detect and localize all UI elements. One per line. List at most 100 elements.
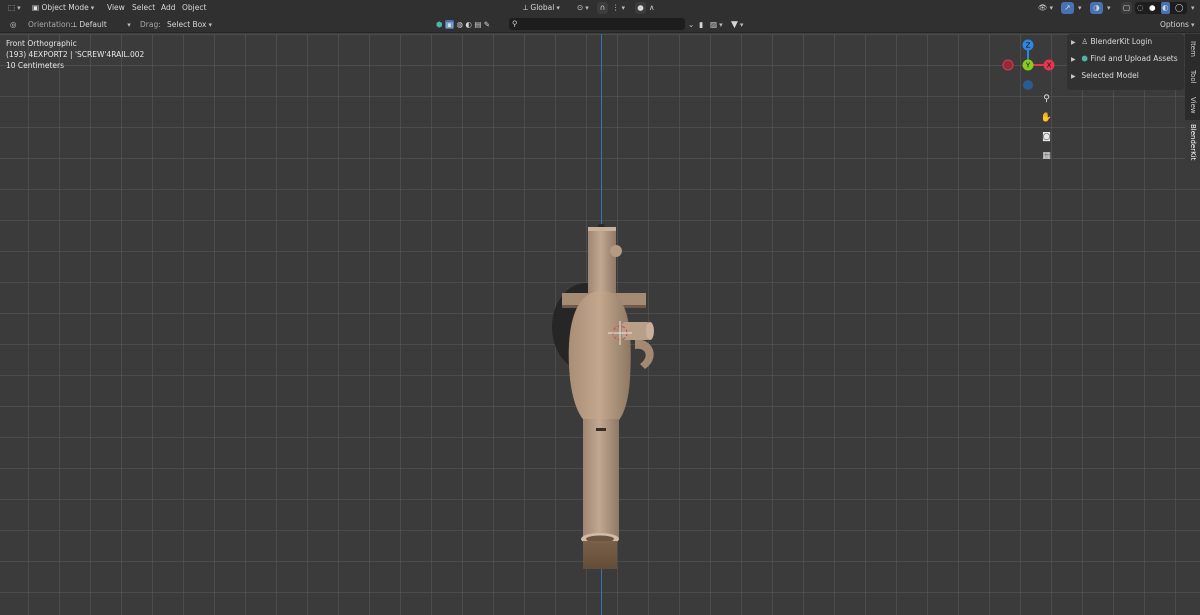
chevron-down-icon: ▾ (1049, 4, 1054, 12)
z-axis-neg-handle (1023, 80, 1033, 90)
menu-add[interactable]: Add (161, 0, 176, 16)
view-name: Front Orthographic (6, 39, 77, 48)
z-axis-label: Z (1026, 42, 1031, 50)
image-search-button[interactable]: ▨ ▾ (710, 17, 723, 33)
pan-view-button[interactable]: ✋ (1039, 111, 1054, 126)
xray-toggle[interactable]: ▢ (1121, 2, 1132, 14)
menu-view[interactable]: View (107, 0, 125, 16)
oval-body (568, 291, 631, 429)
grid-scale: 10 Centimeters (6, 61, 65, 70)
sidebar-tabs: Item Tool View BlenderKit (1185, 34, 1200, 164)
chevron-right-icon: ▶ (1071, 56, 1076, 63)
shading-mode-group: ◌ ● ◐ ◯ (1135, 2, 1187, 14)
chevron-right-icon: ▶ (1071, 73, 1076, 80)
chevron-down-icon: ▾ (127, 21, 131, 29)
viewport-header: ⬚ ▾ ▣ Object Mode ▾ View Select Add Object… (0, 0, 1200, 16)
x-axis-neg-handle (1002, 59, 1014, 71)
image-icon: ▨ (710, 20, 718, 29)
material-filter-icon[interactable]: ◍ (456, 20, 463, 29)
tab-blenderkit[interactable]: BlenderKit (1185, 120, 1200, 164)
mode-selector[interactable]: ▣ Object Mode ▾ (32, 0, 94, 16)
wireframe-icon[interactable]: ◌ (1137, 2, 1144, 14)
gizmo-dropdown[interactable]: ▾ (1076, 0, 1082, 16)
snap-target-button[interactable]: ⋮ ▾ (612, 0, 625, 16)
drag-label: Drag: (140, 20, 161, 29)
hdr-filter-icon[interactable]: ◐ (465, 20, 472, 29)
brush-filter-icon[interactable]: ✎ (484, 20, 490, 29)
ortho-toggle-button[interactable]: ▦ (1039, 149, 1054, 164)
chevron-down-icon: ▾ (17, 4, 21, 12)
orientation-label: Orientation: (28, 20, 73, 29)
gizmo-toggle[interactable]: ↗ (1061, 2, 1074, 14)
menu-select[interactable]: Select (132, 0, 155, 16)
mode-label: Object Mode (41, 3, 89, 12)
asset-search-input[interactable]: ⚲ (509, 18, 685, 30)
chevron-down-icon: ▾ (1191, 4, 1195, 12)
menu-object[interactable]: Object (182, 0, 206, 16)
zoom-view-button[interactable]: ⚲ (1039, 92, 1054, 107)
options-button[interactable]: Options ▾ (1160, 17, 1194, 33)
overlays-icon: ◑ (1093, 3, 1100, 12)
rendered-icon[interactable]: ◯ (1175, 2, 1183, 14)
chevron-down-icon: ▾ (1190, 21, 1195, 29)
tab-item[interactable]: Item (1185, 36, 1200, 62)
select-tool-icon: ◎ (10, 20, 17, 29)
options-label: Options (1160, 20, 1189, 29)
chevron-down-icon: ▾ (1078, 4, 1082, 12)
scene-filter-icon[interactable]: ▤ (474, 20, 481, 29)
shading-dropdown[interactable]: ▾ (1189, 0, 1195, 16)
panel-find-upload-assets[interactable]: ▶ ⬢ Find and Upload Assets (1071, 52, 1178, 66)
object-mode-icon: ▣ (32, 3, 40, 12)
panel-blenderkit-login[interactable]: ▶ ♙ BlenderKit Login (1071, 35, 1152, 49)
snap-increment-icon: ⋮ (612, 3, 620, 12)
top-clip-outline (588, 227, 616, 231)
material-preview-icon[interactable]: ◐ (1161, 2, 1170, 14)
orientation-axes-icon: ⟂ (523, 3, 529, 12)
view3d-editor-icon: ⬚ (8, 3, 16, 12)
magnifier-icon: ⚲ (1043, 94, 1050, 104)
chevron-down-icon: ▾ (556, 4, 560, 12)
search-options-dropdown[interactable]: ⌄ (688, 17, 694, 33)
editor-type-button[interactable]: ⬚ ▾ (8, 0, 21, 16)
eye-icon: 👁 (1038, 3, 1048, 12)
lower-rail (583, 419, 619, 539)
falloff-curve-icon: ∧ (649, 3, 655, 12)
top-knob (610, 245, 622, 257)
bookmark-button[interactable]: ▮ (699, 17, 703, 33)
overlays-dropdown[interactable]: ▾ (1105, 0, 1111, 16)
chevron-down-icon: ▾ (208, 21, 212, 29)
bookmark-icon: ▮ (699, 20, 704, 29)
blenderkit-logo-icon[interactable]: ⬢ (436, 20, 443, 29)
drag-dropdown[interactable]: Select Box ▾ (167, 17, 212, 33)
tab-view[interactable]: View (1185, 92, 1200, 118)
panel-label: BlenderKit Login (1090, 37, 1153, 46)
panel-selected-model[interactable]: ▶ Selected Model (1071, 69, 1139, 83)
y-axis-label: Y (1025, 62, 1031, 70)
orientation-gizmo-icon: ⟂ (72, 20, 78, 29)
visibility-dropdown[interactable]: 👁 ▾ (1038, 0, 1053, 16)
chevron-down-icon: ▾ (585, 4, 589, 12)
pivot-point-button[interactable]: ⊙ ▾ (577, 0, 589, 16)
transform-orientation-dropdown[interactable]: ⟂ Global ▾ (523, 0, 560, 16)
chevron-down-icon: ▾ (621, 4, 626, 12)
filter-button[interactable]: ▼ ▾ (731, 17, 743, 33)
screw-rail-model[interactable] (540, 189, 680, 569)
active-tool-button[interactable]: ◎ (10, 17, 17, 33)
sidebar-panel: ▶ ♙ BlenderKit Login ▶ ⬢ Find and Upload… (1067, 34, 1184, 90)
drag-value: Select Box (167, 20, 207, 29)
falloff-button[interactable]: ∧ (649, 0, 655, 16)
camera-view-button[interactable]: ◙ (1039, 130, 1054, 145)
panel-label: Selected Model (1081, 71, 1139, 80)
model-filter-icon[interactable]: ▣ (444, 20, 455, 29)
orientation-value: Default (79, 20, 107, 29)
bottom-end (583, 541, 617, 569)
search-icon: ⚲ (512, 19, 518, 28)
3d-viewport[interactable]: Front Orthographic (193) 4EXPORT2 | 'SCR… (0, 34, 1200, 615)
navigation-gizmo[interactable]: Z X Y (1000, 38, 1060, 94)
overlays-toggle[interactable]: ◑ (1090, 2, 1103, 14)
proportional-editing-toggle[interactable]: ● (635, 2, 646, 14)
snap-toggle[interactable]: ∩ (597, 2, 608, 14)
orientation-dropdown[interactable]: ⟂ Default ▾ (72, 17, 131, 33)
tab-tool[interactable]: Tool (1185, 64, 1200, 90)
solid-icon[interactable]: ● (1149, 2, 1156, 14)
